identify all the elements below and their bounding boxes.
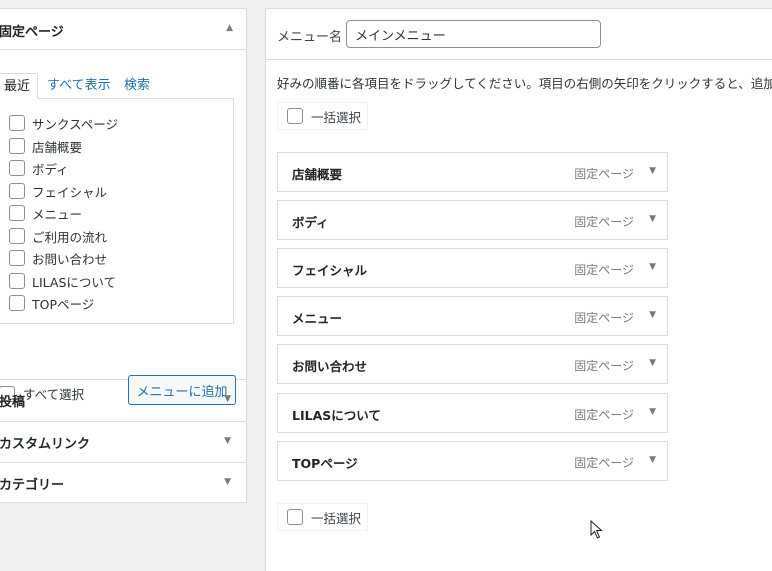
triangle-down-icon[interactable]: ▼ xyxy=(649,262,656,272)
menu-item[interactable]: メニュー 固定ページ ▼ xyxy=(277,296,668,336)
header-divider xyxy=(266,59,772,60)
list-item[interactable]: 店舗概要 xyxy=(9,137,82,155)
menu-item[interactable]: LILASについて 固定ページ ▼ xyxy=(277,393,668,433)
menu-item[interactable]: ボディ 固定ページ ▼ xyxy=(277,200,668,240)
menu-name-input[interactable] xyxy=(346,20,601,48)
categories-section-header[interactable]: カテゴリー ▼ xyxy=(0,462,246,503)
pages-section-title: 固定ページ xyxy=(0,25,64,40)
page-checkbox[interactable] xyxy=(9,228,25,244)
list-item[interactable]: ご利用の流れ xyxy=(9,227,107,245)
pages-tabs: 最近 すべて表示 検索 xyxy=(0,73,235,99)
triangle-down-icon[interactable]: ▼ xyxy=(649,358,656,368)
triangle-down-icon[interactable]: ▼ xyxy=(649,214,656,224)
categories-section-title: カテゴリー xyxy=(0,478,65,493)
add-menu-items-panel: 固定ページ ▲ 最近 すべて表示 検索 サンクスページ 店舗概要 ボディ フェイ… xyxy=(0,8,247,503)
recent-pages-list: サンクスページ 店舗概要 ボディ フェイシャル メニュー ご利用の流れ お問い合… xyxy=(0,98,234,324)
triangle-down-icon[interactable]: ▼ xyxy=(649,166,656,176)
page-checkbox[interactable] xyxy=(9,205,25,221)
posts-section-title: 投稿 xyxy=(0,395,26,410)
pages-section-body: 最近 すべて表示 検索 サンクスページ 店舗概要 ボディ フェイシャル メニュー… xyxy=(0,50,246,405)
triangle-down-icon[interactable]: ▼ xyxy=(649,310,656,320)
page-checkbox[interactable] xyxy=(9,115,25,131)
page-checkbox[interactable] xyxy=(9,295,25,311)
bulk-select-checkbox[interactable] xyxy=(287,108,303,124)
list-item[interactable]: フェイシャル xyxy=(9,182,107,200)
list-item[interactable]: TOPページ xyxy=(9,294,94,312)
triangle-down-icon[interactable]: ▼ xyxy=(649,407,656,417)
triangle-down-icon[interactable]: ▼ xyxy=(224,394,231,404)
triangle-down-icon[interactable]: ▼ xyxy=(224,477,231,487)
menu-item[interactable]: お問い合わせ 固定ページ ▼ xyxy=(277,344,668,384)
tab-search[interactable]: 検索 xyxy=(124,73,150,99)
drag-instructions: 好みの順番に各項目をドラッグしてください。項目の右側の矢印をクリックすると、追加… xyxy=(277,76,772,91)
list-item[interactable]: メニュー xyxy=(9,204,82,222)
triangle-down-icon[interactable]: ▼ xyxy=(224,436,231,446)
pages-section-header[interactable]: 固定ページ ▲ xyxy=(0,9,246,50)
page-checkbox[interactable] xyxy=(9,250,25,266)
list-item[interactable]: お問い合わせ xyxy=(9,249,107,267)
menu-item[interactable]: TOPページ 固定ページ ▼ xyxy=(277,441,668,481)
triangle-up-icon[interactable]: ▲ xyxy=(226,23,233,33)
menu-item[interactable]: 店舗概要 固定ページ ▼ xyxy=(277,152,668,192)
triangle-down-icon[interactable]: ▼ xyxy=(649,455,656,465)
mouse-cursor-icon xyxy=(590,520,603,539)
menu-name-label: メニュー名 xyxy=(277,30,343,45)
page-checkbox[interactable] xyxy=(9,183,25,199)
tab-view-all[interactable]: すべて表示 xyxy=(47,73,111,99)
page-checkbox[interactable] xyxy=(9,160,25,176)
page-checkbox[interactable] xyxy=(9,138,25,154)
menu-item[interactable]: フェイシャル 固定ページ ▼ xyxy=(277,248,668,288)
posts-section-header[interactable]: 投稿 ▼ xyxy=(0,380,246,421)
custom-links-section-header[interactable]: カスタムリンク ▼ xyxy=(0,421,246,462)
tab-recent[interactable]: 最近 xyxy=(0,73,38,99)
list-item[interactable]: ボディ xyxy=(9,159,69,177)
list-item[interactable]: サンクスページ xyxy=(9,114,118,132)
custom-links-section-title: カスタムリンク xyxy=(0,437,91,452)
bulk-select-top[interactable]: 一括選択 xyxy=(277,102,368,130)
menu-structure-panel: メニュー名 好みの順番に各項目をドラッグしてください。項目の右側の矢印をクリック… xyxy=(265,8,772,571)
page-checkbox[interactable] xyxy=(9,273,25,289)
bulk-select-bottom[interactable]: 一括選択 xyxy=(277,503,368,531)
bulk-select-checkbox[interactable] xyxy=(287,509,303,525)
list-item[interactable]: LILASについて xyxy=(9,272,116,290)
